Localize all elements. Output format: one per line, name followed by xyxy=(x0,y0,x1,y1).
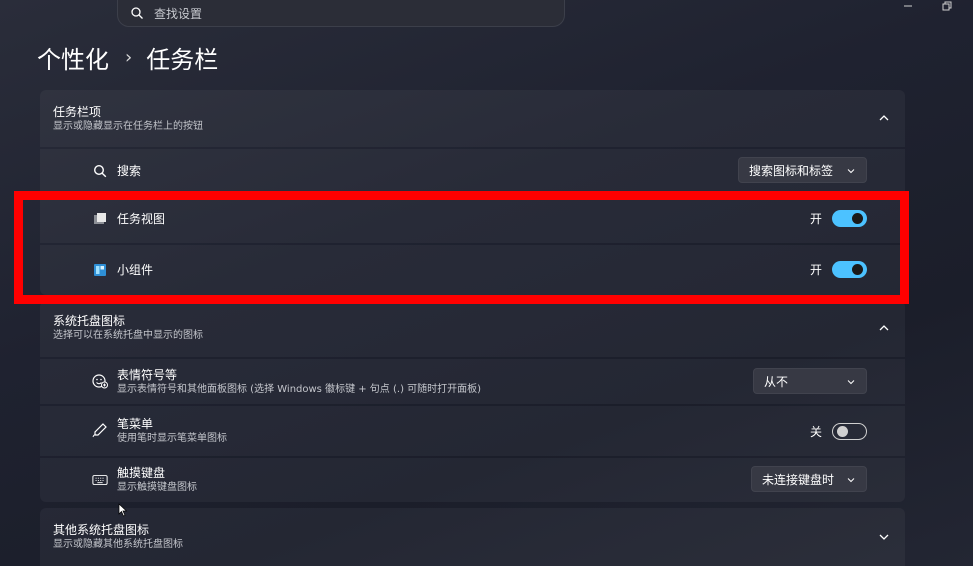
row-description: 显示表情符号和其他面板图标 (选择 Windows 徽标键 + 句点 (.) 可… xyxy=(117,384,482,395)
minimize-button[interactable] xyxy=(903,0,913,14)
widgets-icon xyxy=(92,262,108,278)
chevron-down-icon xyxy=(847,169,855,174)
pen-icon xyxy=(92,422,108,438)
search-icon xyxy=(131,7,143,19)
breadcrumb-separator: › xyxy=(125,46,133,68)
toggle-state-label: 开 xyxy=(809,263,822,277)
section-taskbar-items-header[interactable]: 任务栏项 显示或隐藏显示在任务栏上的按钮 xyxy=(40,90,905,147)
row-label: 小组件 xyxy=(117,263,154,277)
restore-button[interactable] xyxy=(942,0,952,14)
section-subtitle: 选择可以在系统托盘中显示的图标 xyxy=(53,329,203,341)
section-other-tray-header[interactable]: 其他系统托盘图标 显示或隐藏其他系统托盘图标 xyxy=(40,508,905,566)
chevron-down-icon xyxy=(847,478,855,483)
row-description: 显示触摸键盘图标 xyxy=(117,482,197,493)
keyboard-icon xyxy=(92,472,108,488)
dropdown-value: 搜索图标和标签 xyxy=(749,163,834,178)
row-label: 触摸键盘 xyxy=(117,466,166,480)
search-placeholder: 查找设置 xyxy=(154,6,203,21)
row-label: 搜索 xyxy=(117,164,142,178)
dropdown-value: 从不 xyxy=(764,374,789,389)
task-view-toggle[interactable] xyxy=(832,210,867,227)
row-pen-menu: 笔菜单 使用笔时显示笔菜单图标 关 xyxy=(40,406,905,456)
toggle-state-label: 开 xyxy=(809,212,822,226)
emoji-icon xyxy=(92,373,108,389)
toggle-state-label: 关 xyxy=(809,425,822,439)
row-label: 表情符号等 xyxy=(117,368,178,382)
section-tray-icons-header[interactable]: 系统托盘图标 选择可以在系统托盘中显示的图标 xyxy=(40,301,905,357)
chevron-down-icon xyxy=(847,380,855,385)
section-title: 其他系统托盘图标 xyxy=(53,523,150,537)
touch-keyboard-dropdown[interactable]: 未连接键盘时 xyxy=(751,466,867,492)
row-label: 任务视图 xyxy=(117,212,166,226)
restore-icon xyxy=(942,1,952,11)
chevron-up-icon[interactable] xyxy=(877,111,891,125)
row-emoji: 表情符号等 显示表情符号和其他面板图标 (选择 Windows 徽标键 + 句点… xyxy=(40,359,905,404)
row-task-view: 任务视图 开 xyxy=(40,195,905,243)
widgets-toggle[interactable] xyxy=(832,261,867,278)
breadcrumb: 个性化 › 任务栏 xyxy=(37,40,218,74)
breadcrumb-parent[interactable]: 个性化 xyxy=(37,40,109,75)
row-widgets: 小组件 开 xyxy=(40,245,905,295)
row-search: 搜索 搜索图标和标签 xyxy=(40,149,905,193)
pen-menu-toggle[interactable] xyxy=(832,423,867,440)
search-box[interactable]: 查找设置 xyxy=(117,0,565,27)
chevron-down-icon[interactable] xyxy=(877,530,891,544)
section-subtitle: 显示或隐藏其他系统托盘图标 xyxy=(53,539,183,550)
page-title: 任务栏 xyxy=(146,45,219,74)
dropdown-value: 未连接键盘时 xyxy=(762,472,835,487)
row-description: 使用笔时显示笔菜单图标 xyxy=(117,433,227,444)
task-view-icon xyxy=(92,211,108,227)
section-title: 系统托盘图标 xyxy=(53,313,126,328)
section-subtitle: 显示或隐藏显示在任务栏上的按钮 xyxy=(53,120,203,132)
row-touch-keyboard: 触摸键盘 显示触摸键盘图标 未连接键盘时 xyxy=(40,458,905,502)
section-title: 任务栏项 xyxy=(53,104,102,119)
chevron-up-icon[interactable] xyxy=(877,321,891,335)
minimize-icon xyxy=(904,5,912,7)
row-label: 笔菜单 xyxy=(117,417,154,431)
mouse-cursor-icon xyxy=(118,503,128,517)
search-mode-dropdown[interactable]: 搜索图标和标签 xyxy=(738,157,867,183)
emoji-dropdown[interactable]: 从不 xyxy=(753,368,867,394)
search-icon xyxy=(92,163,108,179)
